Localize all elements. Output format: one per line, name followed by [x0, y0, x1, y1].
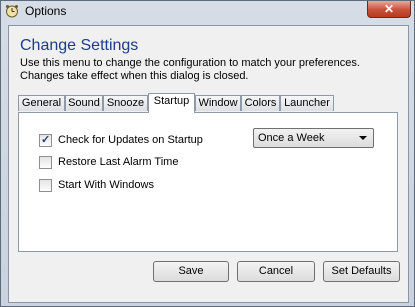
title-bar[interactable]: Options ✕ [1, 1, 414, 22]
alarm-clock-icon [6, 5, 18, 18]
check-updates-checkbox[interactable]: ✓ [39, 134, 52, 147]
tab-general[interactable]: General [18, 95, 65, 111]
description-text: Use this menu to change the configuratio… [20, 57, 360, 82]
checkmark-icon: ✓ [41, 134, 51, 146]
update-frequency-dropdown[interactable]: Once a Week [253, 128, 374, 148]
tab-sound[interactable]: Sound [65, 95, 103, 111]
check-updates-label[interactable]: Check for Updates on Startup [58, 134, 203, 146]
start-windows-label[interactable]: Start With Windows [58, 179, 154, 191]
tab-colors[interactable]: Colors [241, 95, 280, 111]
dialog-body: Change Settings Use this menu to change … [8, 25, 409, 303]
restore-alarm-checkbox[interactable] [39, 156, 52, 169]
options-window: Options ✕ Change Settings Use this menu … [0, 0, 415, 307]
tab-window[interactable]: Window [195, 95, 241, 111]
chevron-down-icon [359, 136, 367, 140]
start-windows-checkbox[interactable] [39, 179, 52, 192]
update-frequency-value: Once a Week [258, 132, 325, 144]
close-button[interactable]: ✕ [367, 1, 411, 18]
startup-panel: ✓ Check for Updates on Startup Restore L… [18, 112, 398, 252]
window-title: Options [25, 4, 67, 18]
tab-startup[interactable]: Startup [148, 93, 195, 113]
save-button[interactable]: Save [153, 261, 229, 282]
tab-snooze[interactable]: Snooze [103, 95, 148, 111]
page-title: Change Settings [20, 37, 139, 54]
cancel-button[interactable]: Cancel [237, 261, 315, 282]
set-defaults-button[interactable]: Set Defaults [323, 261, 400, 282]
tab-launcher[interactable]: Launcher [280, 95, 334, 111]
restore-alarm-label[interactable]: Restore Last Alarm Time [58, 156, 178, 168]
